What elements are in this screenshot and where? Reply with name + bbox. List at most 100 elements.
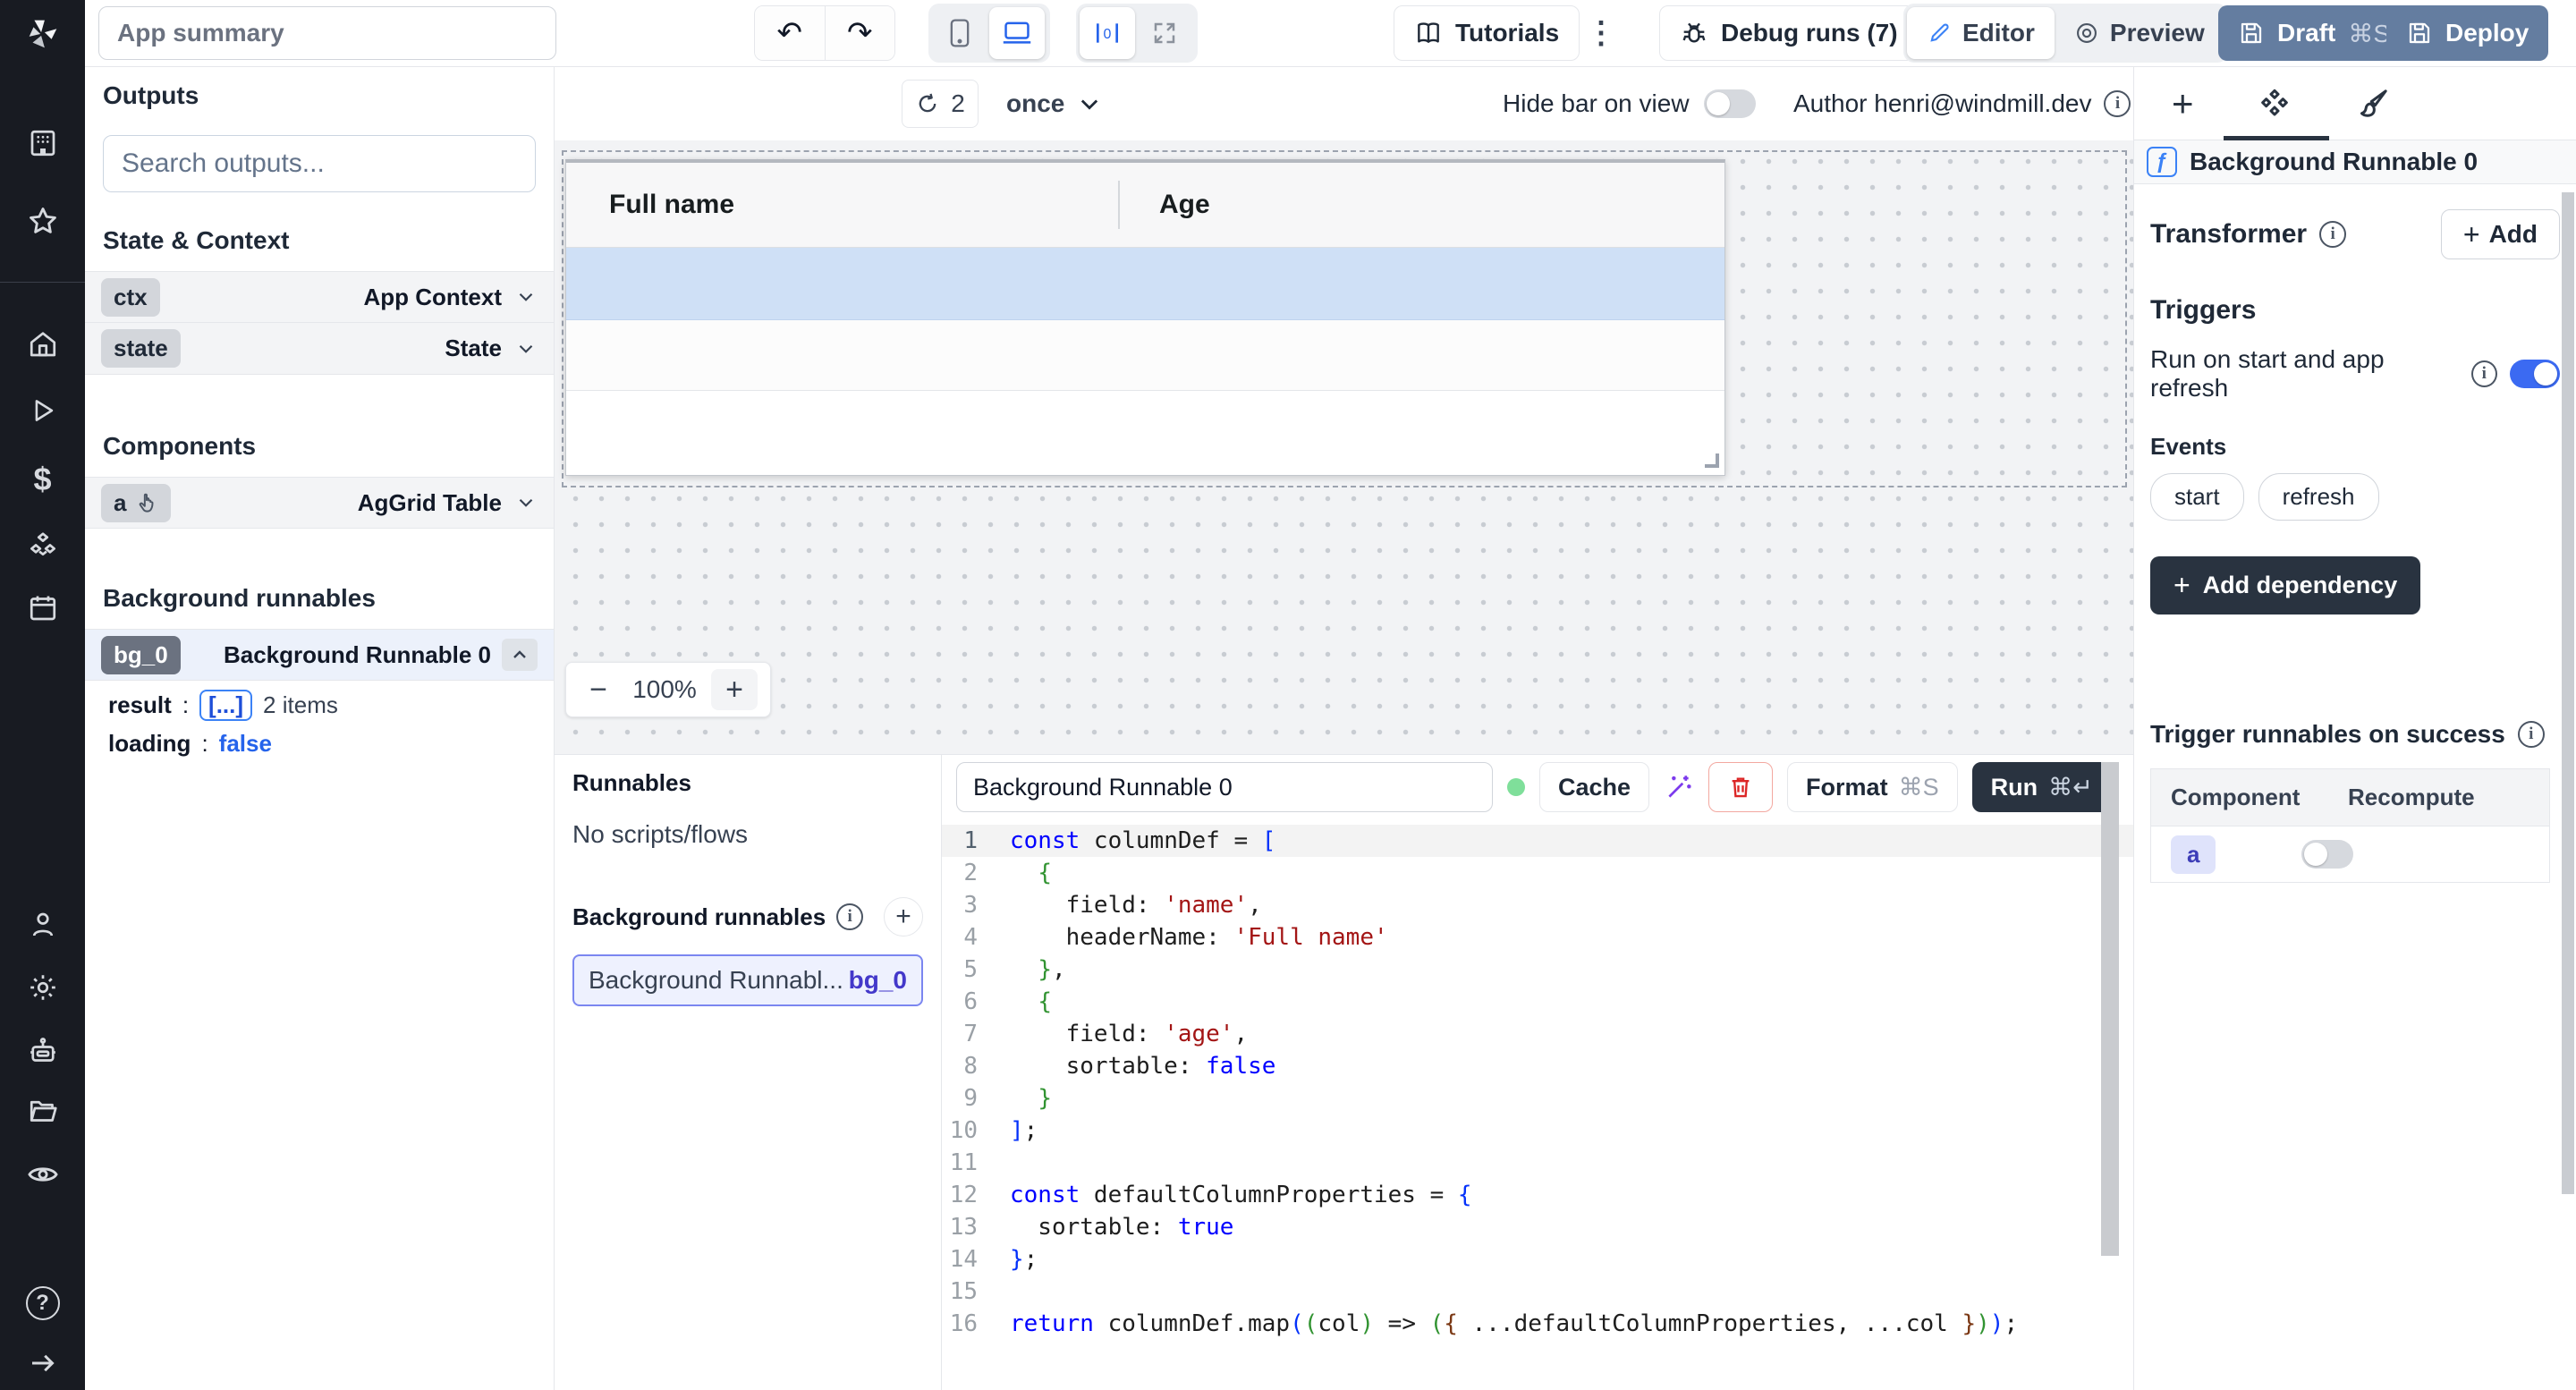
component-a-badge[interactable]: a [2171, 835, 2216, 874]
draft-button[interactable]: Draft ⌘S [2218, 5, 2410, 61]
runnable-name-input[interactable] [956, 762, 1493, 812]
code-line[interactable]: 9 } [942, 1082, 2133, 1115]
hide-bar-toggle[interactable] [1704, 89, 1756, 118]
ai-wand-icon[interactable] [1664, 772, 1694, 802]
chevron-down-icon[interactable] [514, 285, 538, 309]
triggers-title: Triggers [2150, 295, 2560, 326]
code-line[interactable]: 11 [942, 1147, 2133, 1179]
collapse-arrow-icon[interactable] [0, 1347, 85, 1379]
code-line[interactable]: 1const columnDef = [ [942, 825, 2133, 857]
windmill-logo-icon[interactable] [0, 7, 85, 61]
info-icon[interactable]: i [2471, 360, 2497, 387]
debug-runs-button[interactable]: Debug runs (7) [1659, 5, 1919, 61]
runs-play-icon[interactable] [0, 395, 85, 426]
table-row-selected[interactable] [566, 248, 1724, 320]
editor-scrollbar[interactable] [2101, 762, 2119, 1256]
right-panel-scrollbar[interactable] [2562, 192, 2574, 1194]
undo-button[interactable]: ↶ [755, 6, 825, 60]
function-icon: ƒ [2147, 147, 2177, 177]
output-row-state[interactable]: state State [85, 323, 554, 375]
app-canvas[interactable]: Full name Age − 100% + [555, 140, 2133, 754]
favorites-star-icon[interactable] [0, 204, 85, 238]
recompute-toggle[interactable] [2301, 840, 2353, 869]
zoom-in-button[interactable]: + [711, 669, 758, 710]
workspace-icon[interactable] [0, 127, 85, 159]
chevron-down-icon[interactable] [514, 337, 538, 360]
event-chip[interactable]: start [2150, 473, 2244, 521]
settings-diamond-grid-icon[interactable] [2257, 86, 2292, 122]
center-align-button[interactable]: 0 [1080, 7, 1135, 59]
code-line[interactable]: 5 }, [942, 954, 2133, 986]
workers-robot-icon[interactable] [0, 1035, 85, 1067]
search-outputs-input[interactable] [103, 135, 536, 192]
code-line[interactable]: 10]; [942, 1115, 2133, 1147]
editor-tab[interactable]: Editor [1907, 7, 2055, 59]
home-icon[interactable] [0, 328, 85, 360]
bug-icon [1680, 19, 1708, 47]
column-header-recompute: Recompute [2348, 784, 2475, 811]
code-line[interactable]: 15 [942, 1276, 2133, 1308]
table-row[interactable] [566, 320, 1724, 391]
code-line[interactable]: 13 sortable: true [942, 1211, 2133, 1243]
info-icon[interactable]: i [2104, 90, 2131, 117]
audit-eye-icon[interactable] [0, 1157, 85, 1191]
users-person-icon[interactable] [0, 909, 85, 941]
table-col-age[interactable]: Age [1120, 190, 1210, 220]
variables-dollar-icon[interactable]: $ [0, 461, 85, 498]
resize-handle[interactable] [1705, 453, 1719, 468]
code-line[interactable]: 7 field: 'age', [942, 1018, 2133, 1050]
redo-button[interactable]: ↷ [825, 6, 895, 60]
deploy-button[interactable]: Deploy [2386, 5, 2548, 61]
app-summary-input[interactable] [98, 6, 556, 60]
chevron-down-icon[interactable] [514, 491, 538, 514]
code-line[interactable]: 14}; [942, 1243, 2133, 1276]
info-icon[interactable]: i [2319, 221, 2346, 248]
add-background-runnable-button[interactable]: + [884, 897, 923, 937]
output-row-ctx[interactable]: ctx App Context [85, 271, 554, 323]
info-icon[interactable]: i [2518, 721, 2545, 748]
schedule-select[interactable]: once [1006, 80, 1102, 128]
mobile-view-button[interactable] [932, 7, 987, 59]
code-line[interactable]: 3 field: 'name', [942, 889, 2133, 921]
format-button[interactable]: Format⌘S [1787, 762, 1958, 812]
table-col-fullname[interactable]: Full name [566, 190, 1118, 220]
event-chip[interactable]: refresh [2258, 473, 2379, 521]
output-row-component-a[interactable]: a AgGrid Table [85, 477, 554, 529]
more-options-kebab[interactable]: ⋮ [1580, 9, 1622, 57]
add-transformer-button[interactable]: +Add [2441, 209, 2560, 259]
info-icon[interactable]: i [836, 903, 863, 930]
runnable-item-bg0[interactable]: Background Runnabl... bg_0 [572, 954, 923, 1006]
cache-button[interactable]: Cache [1539, 762, 1649, 812]
tutorials-button[interactable]: Tutorials [1394, 5, 1580, 61]
code-line[interactable]: 6 { [942, 986, 2133, 1018]
theme-brush-icon[interactable] [2355, 86, 2391, 122]
preview-tab[interactable]: Preview [2055, 7, 2224, 59]
code-lines[interactable]: 1const columnDef = [2 {3 field: 'name',4… [942, 818, 2133, 1340]
chevron-up-icon[interactable] [502, 639, 538, 671]
delete-runnable-button[interactable] [1708, 762, 1773, 812]
add-dependency-button[interactable]: +Add dependency [2150, 556, 2420, 614]
zoom-out-button[interactable]: − [579, 673, 618, 708]
resources-cubes-icon[interactable] [0, 530, 85, 564]
code-line[interactable]: 12const defaultColumnProperties = { [942, 1179, 2133, 1211]
code-line[interactable]: 4 headerName: 'Full name' [942, 921, 2133, 954]
folders-icon[interactable] [0, 1095, 85, 1127]
run-on-start-row: Run on start and app refresh i [2150, 345, 2560, 403]
fullscreen-icon[interactable] [1137, 7, 1192, 59]
event-chips: start refresh [2150, 473, 2560, 521]
aggrid-table-component[interactable]: Full name Age [565, 159, 1725, 476]
run-on-start-toggle[interactable] [2510, 360, 2560, 388]
refresh-count-button[interactable]: 2 [902, 80, 979, 128]
code-line[interactable]: 16return columnDef.map((col) => ({ ...de… [942, 1308, 2133, 1340]
schedules-calendar-icon[interactable] [0, 592, 85, 624]
output-row-bg0[interactable]: bg_0 Background Runnable 0 [85, 629, 554, 681]
code-line[interactable]: 2 { [942, 857, 2133, 889]
result-expand-badge[interactable]: [...] [199, 690, 252, 721]
run-button[interactable]: Run⌘↵ [1972, 762, 2112, 812]
desktop-view-button[interactable] [989, 7, 1045, 59]
help-icon[interactable]: ? [0, 1286, 85, 1320]
code-line[interactable]: 8 sortable: false [942, 1050, 2133, 1082]
preview-tab-label: Preview [2110, 19, 2205, 47]
settings-gear-icon[interactable] [0, 971, 85, 1004]
insert-component-tab-plus-icon[interactable]: + [2172, 82, 2194, 125]
